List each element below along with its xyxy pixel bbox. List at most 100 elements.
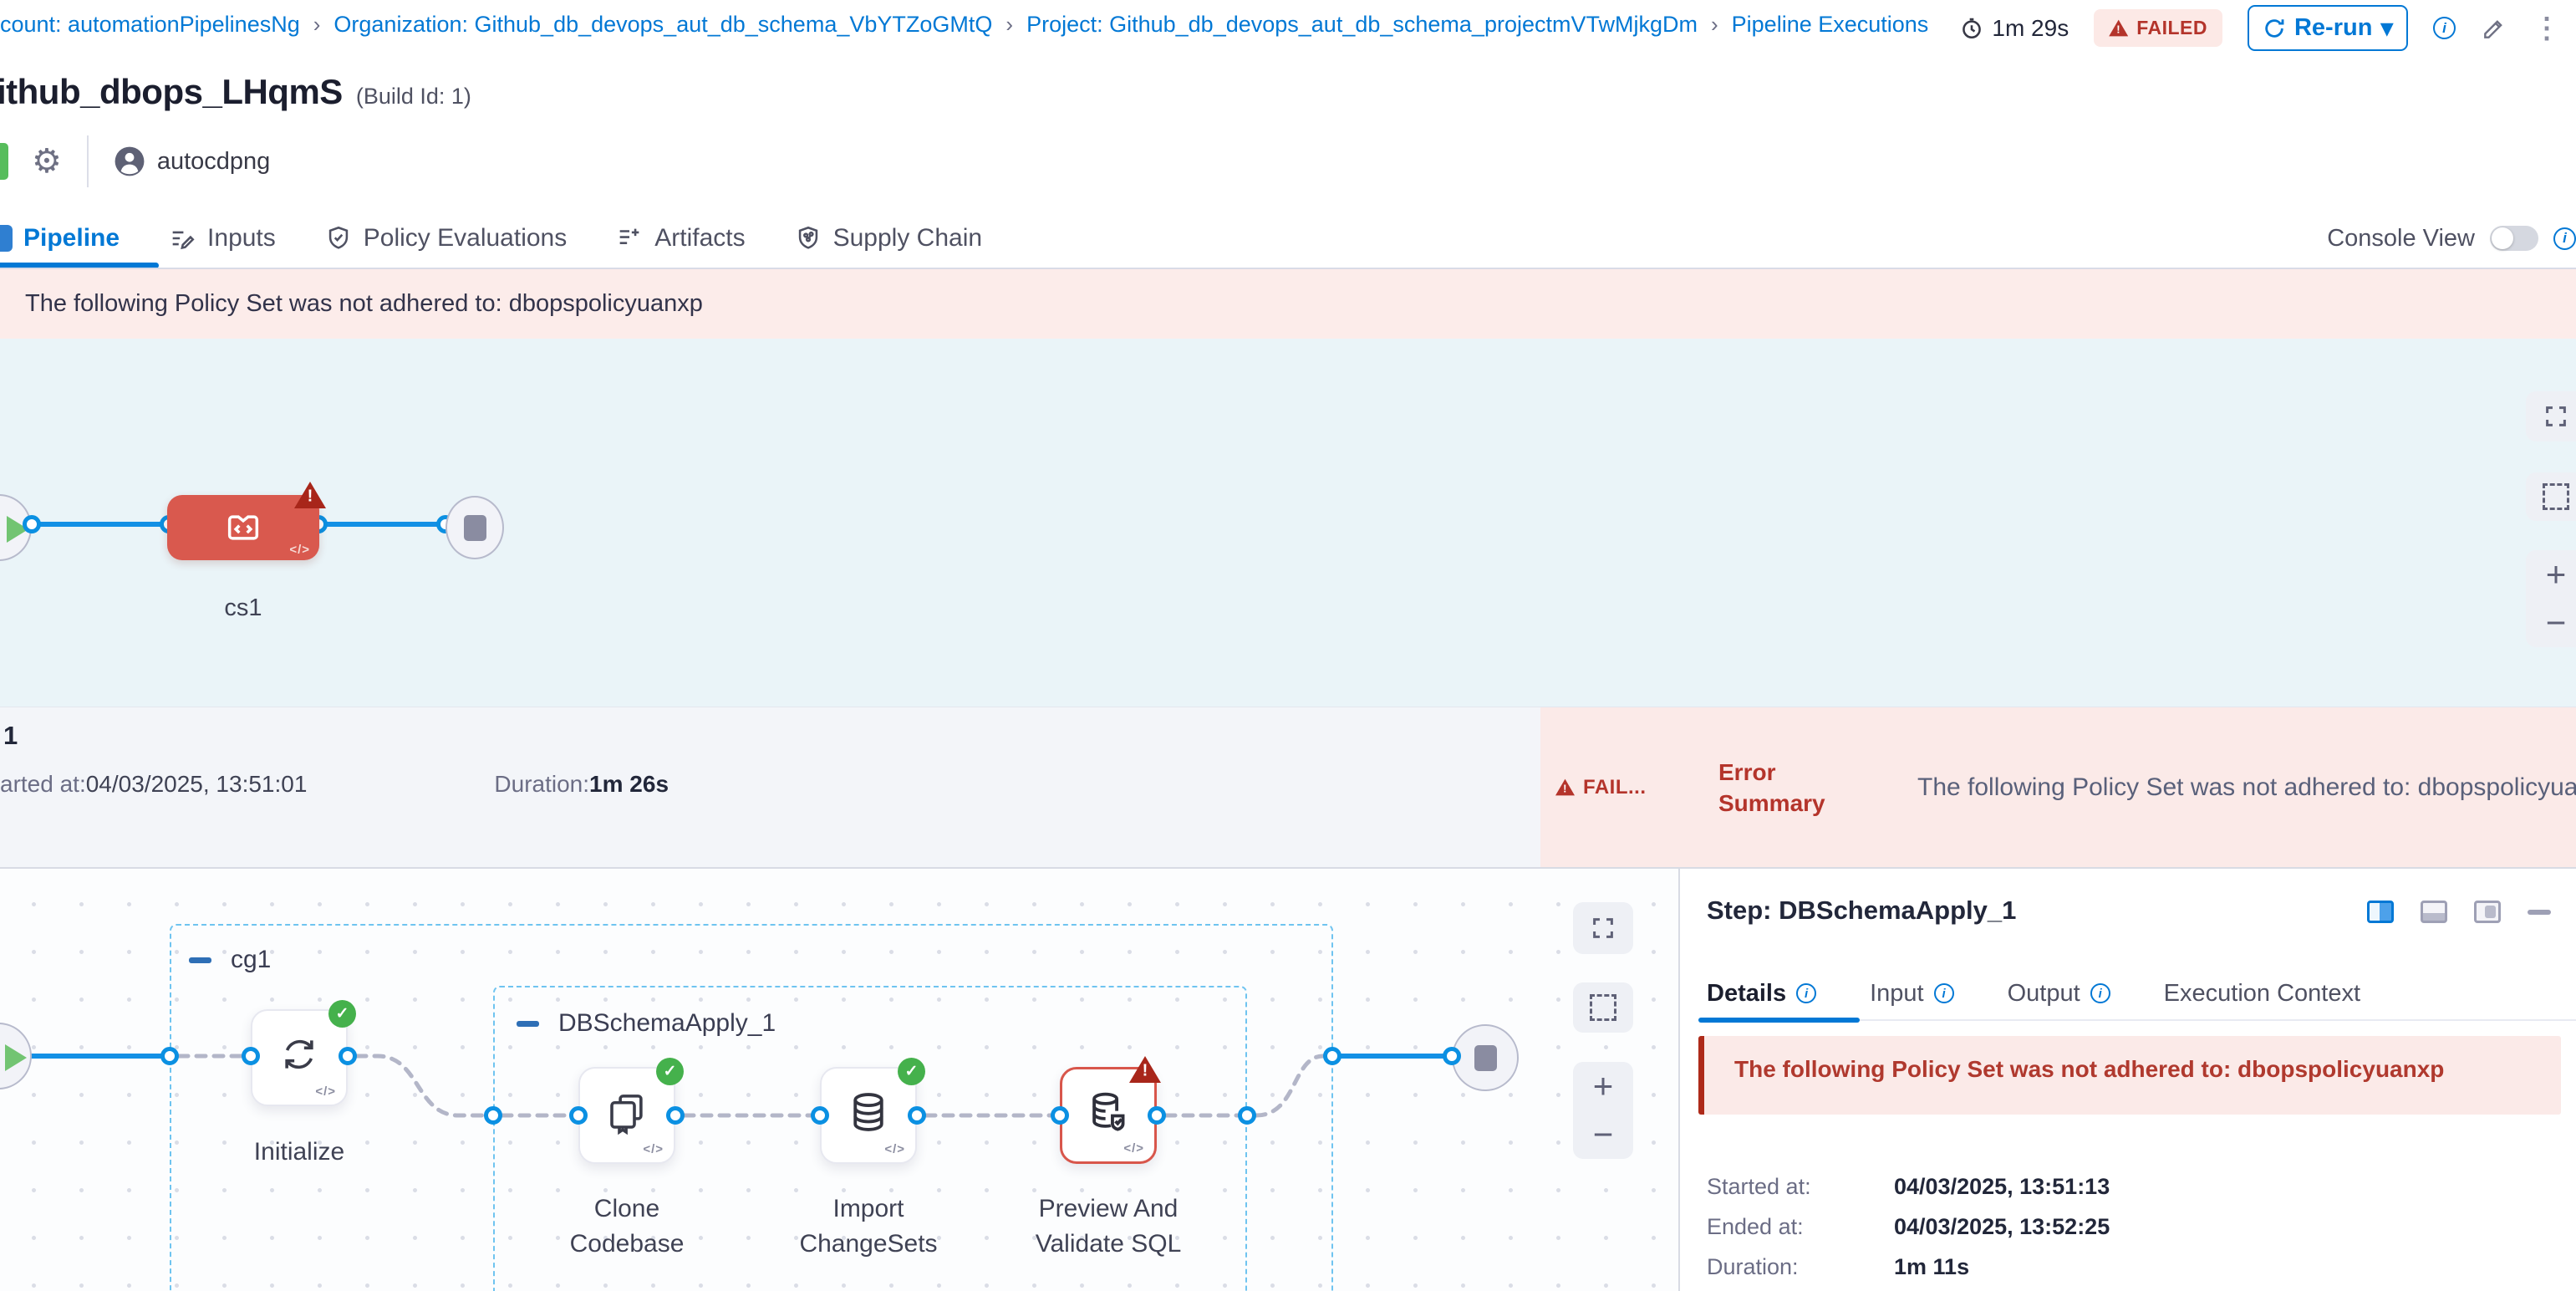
connector-port — [1323, 1047, 1341, 1065]
detail-value: 04/03/2025, 13:51:13 — [1894, 1174, 2110, 1200]
refresh-icon — [2263, 17, 2286, 40]
layout-split-right-button[interactable] — [2367, 901, 2394, 923]
info-icon[interactable]: i — [2090, 983, 2110, 1003]
tab-details[interactable]: Details i — [1707, 980, 1816, 1008]
step-group-header[interactable]: cg1 — [189, 946, 271, 974]
connector-port — [1443, 1047, 1461, 1065]
more-options-icon[interactable]: ⋮ — [2533, 14, 2561, 43]
marquee-select-button[interactable] — [1573, 982, 1633, 1033]
tab-output[interactable]: Output i — [2008, 980, 2110, 1008]
caret-down-icon: ▾ — [2380, 13, 2393, 43]
step-node-clone-codebase[interactable]: ✓ </> — [578, 1067, 675, 1164]
zoom-controls: + − — [1573, 1062, 1633, 1159]
collapse-minus-icon[interactable] — [189, 957, 211, 963]
breadcrumb-project[interactable]: Project: Github_db_devops_aut_db_schema_… — [1026, 12, 1698, 38]
info-icon[interactable]: i — [2433, 17, 2456, 39]
tab-pipeline[interactable]: Pipeline — [0, 224, 120, 253]
warning-triangle-icon — [1555, 778, 1575, 796]
step-node-initialize[interactable]: ✓ </> — [251, 1009, 348, 1106]
console-view-control: Console View i — [2327, 209, 2564, 268]
step-group-header[interactable]: DBSchemaApply_1 — [517, 1009, 776, 1038]
tab-inputs[interactable]: Inputs — [168, 224, 276, 253]
toggle-knob — [2492, 227, 2513, 249]
info-icon[interactable]: i — [1934, 983, 1954, 1003]
connector-port — [569, 1106, 588, 1125]
graph-controls: + − — [2526, 391, 2576, 647]
connector-port — [1238, 1106, 1256, 1125]
fail-status-label: FAIL... — [1583, 776, 1647, 799]
fullscreen-button[interactable] — [2526, 391, 2576, 441]
tab-label: Input — [1870, 980, 1924, 1008]
clone-codebase-icon — [604, 1089, 649, 1135]
breadcrumb-organization[interactable]: Organization: Github_db_devops_aut_db_sc… — [333, 12, 992, 38]
stage-graph-canvas[interactable]: </> cs1 + − — [0, 339, 2576, 707]
gear-icon[interactable]: ⚙ — [32, 145, 62, 178]
detail-label: Duration: — [1707, 1254, 1894, 1280]
database-check-icon — [1086, 1089, 1131, 1135]
title-row: ithub_dbops_LHqmS (Build Id: 1) — [0, 72, 471, 112]
meta-row: ⚙ autocdpng — [0, 134, 270, 189]
fullscreen-icon — [2543, 404, 2568, 429]
rerun-button[interactable]: Re-run ▾ — [2248, 5, 2408, 51]
tab-execution-context[interactable]: Execution Context — [2164, 980, 2360, 1008]
connector-port — [339, 1047, 357, 1065]
duration-value: 1m 26s — [589, 771, 669, 798]
info-icon[interactable]: i — [2553, 227, 2576, 250]
execution-detail-area: cg1 DBSchemaApply_1 ✓ </> Initialize — [0, 867, 2576, 1291]
top-header: count: automationPipelinesNg › Organizat… — [0, 0, 2576, 43]
clock-icon — [1960, 17, 1983, 40]
zoom-out-button[interactable]: − — [2526, 599, 2576, 647]
code-badge: </> — [643, 1142, 664, 1156]
zoom-in-button[interactable]: + — [2526, 550, 2576, 599]
tab-input[interactable]: Input i — [1870, 980, 1954, 1008]
failure-warning-icon — [294, 481, 326, 509]
tab-label: Supply Chain — [833, 224, 982, 253]
marquee-icon — [1590, 994, 1616, 1021]
code-badge: </> — [1123, 1141, 1144, 1156]
step-group-label: DBSchemaApply_1 — [558, 1009, 776, 1038]
zoom-out-button[interactable]: − — [1573, 1110, 1633, 1159]
fail-status: FAIL... — [1555, 776, 1693, 799]
pipeline-icon — [0, 225, 13, 252]
edit-pencil-icon[interactable] — [2481, 15, 2507, 42]
zoom-in-button[interactable]: + — [1573, 1062, 1633, 1110]
zoom-controls: + − — [2526, 550, 2576, 647]
step-graph-canvas[interactable]: cg1 DBSchemaApply_1 ✓ </> Initialize — [0, 869, 1678, 1291]
step-label-clone-codebase: CloneCodebase — [527, 1191, 727, 1262]
step-node-preview-validate-sql[interactable]: </> — [1060, 1067, 1157, 1164]
rerun-label: Re-run — [2294, 14, 2372, 42]
status-badge-label: FAILED — [2136, 17, 2207, 39]
connector-port — [811, 1106, 829, 1125]
execution-duration: 1m 29s — [1960, 15, 2069, 42]
warning-triangle-icon — [2109, 19, 2128, 37]
step-label-import-changesets: ImportChangeSets — [768, 1191, 969, 1262]
breadcrumb-pipeline-executions[interactable]: Pipeline Executions — [1732, 12, 1929, 38]
database-icon — [846, 1089, 891, 1135]
fullscreen-button[interactable] — [1573, 902, 1633, 954]
layout-split-bottom-button[interactable] — [2421, 901, 2447, 923]
detail-row-ended-at: Ended at: 04/03/2025, 13:52:25 — [1707, 1207, 2110, 1247]
marquee-select-button[interactable] — [2526, 472, 2576, 521]
stop-icon — [1474, 1045, 1497, 1071]
connector-port — [666, 1106, 685, 1125]
info-icon[interactable]: i — [1796, 983, 1816, 1003]
connector-port — [484, 1106, 502, 1125]
connector-port — [1148, 1106, 1166, 1125]
breadcrumb-account[interactable]: count: automationPipelinesNg — [0, 12, 300, 38]
header-actions: 1m 29s FAILED Re-run ▾ i ⋮ — [1960, 5, 2561, 51]
chevron-right-icon: › — [1005, 12, 1013, 38]
tab-artifacts[interactable]: Artifacts — [615, 224, 745, 253]
minimize-panel-button[interactable] — [2528, 910, 2551, 915]
success-check-icon: ✓ — [328, 1000, 356, 1028]
layout-floating-button[interactable] — [2474, 901, 2501, 923]
stop-icon — [464, 515, 486, 541]
tab-supply-chain[interactable]: Supply Chain — [794, 224, 982, 253]
chevron-right-icon: › — [1711, 12, 1718, 38]
collapse-minus-icon[interactable] — [517, 1021, 539, 1027]
active-tab-underline — [0, 263, 159, 268]
stage-node-cs1[interactable]: </> — [167, 495, 319, 560]
tab-policy-evaluations[interactable]: Policy Evaluations — [324, 224, 567, 253]
execution-tabs: Pipeline Inputs Policy Evaluations Artif… — [0, 209, 2576, 269]
console-view-toggle[interactable] — [2490, 226, 2538, 251]
step-node-import-changesets[interactable]: ✓ </> — [820, 1067, 917, 1164]
